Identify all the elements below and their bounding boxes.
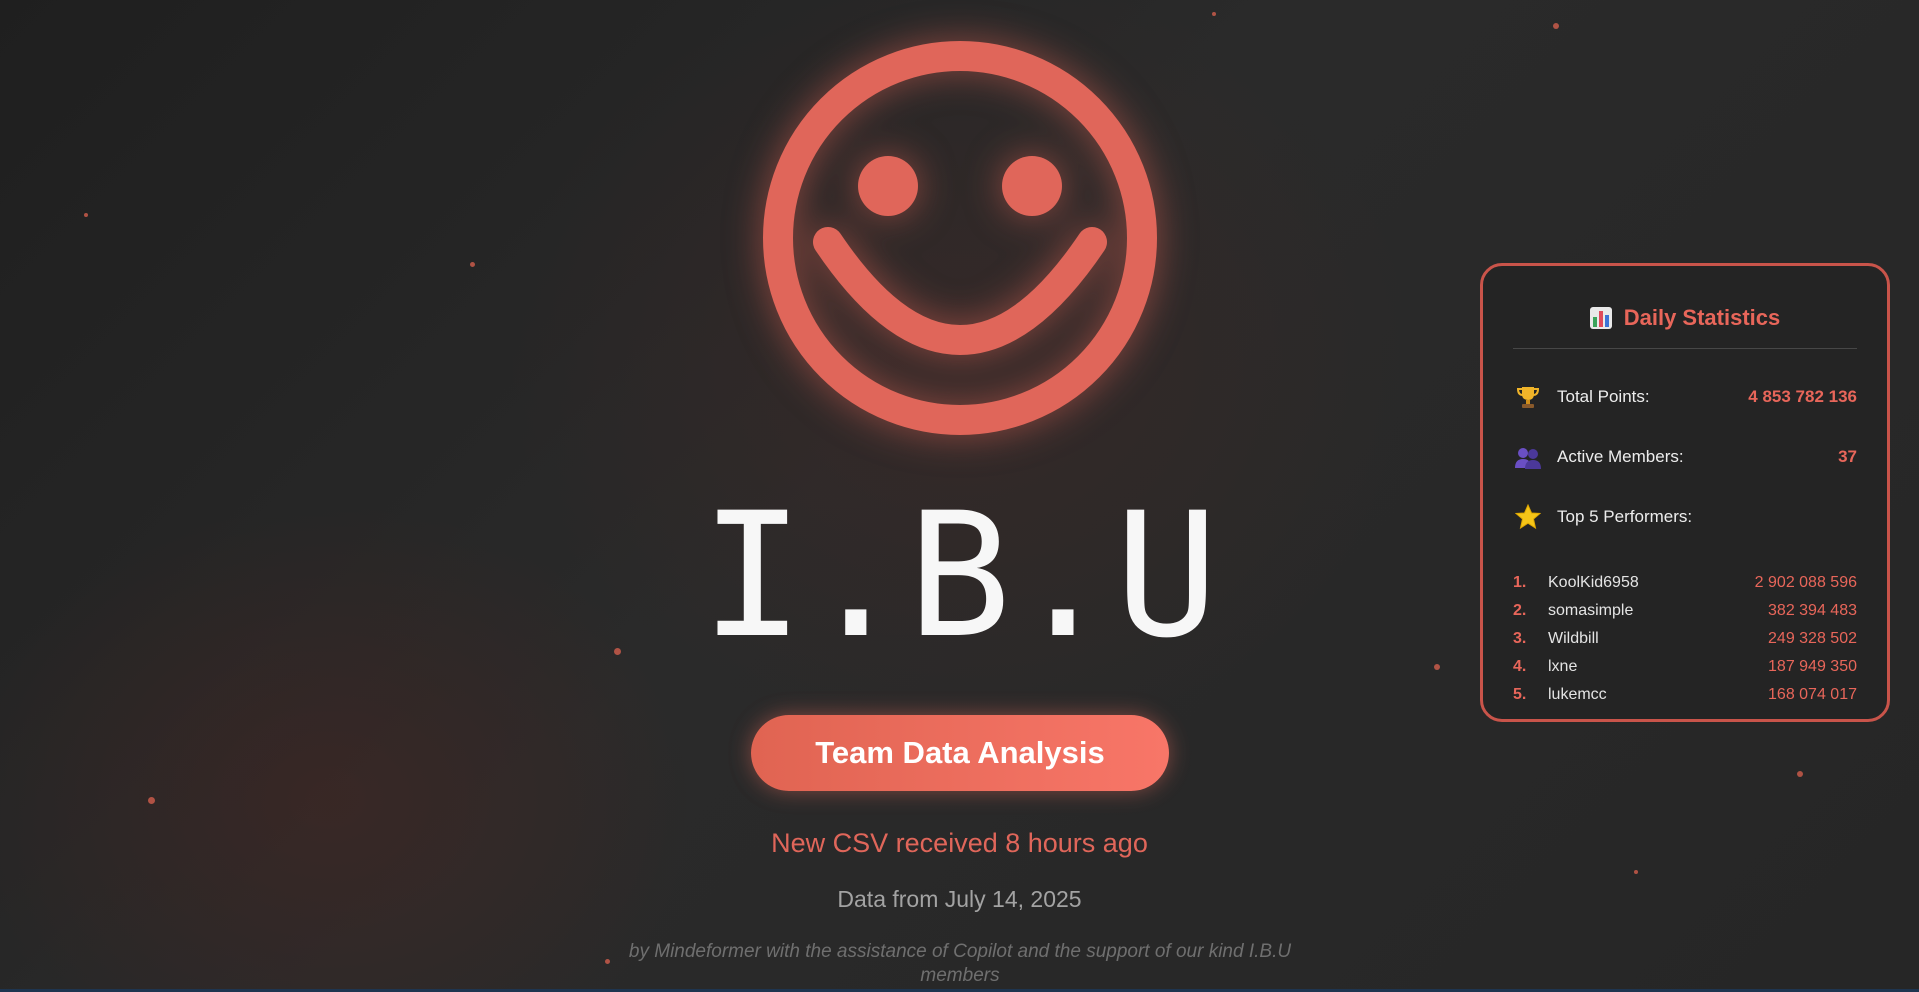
- performer-rank: 3.: [1513, 630, 1527, 647]
- performer-name: Wildbill: [1548, 630, 1599, 647]
- data-date-text: Data from July 14, 2025: [837, 886, 1082, 912]
- logo: [760, 38, 1160, 438]
- performer-rank: 4.: [1513, 658, 1527, 675]
- list-item: 2. somasimple 382 394 483: [1513, 597, 1857, 625]
- performer-rank: 2.: [1513, 602, 1527, 619]
- performer-points: 382 394 483: [1768, 602, 1857, 619]
- performer-name: lxne: [1548, 658, 1578, 675]
- performer-name: somasimple: [1548, 602, 1634, 619]
- people-icon: [1513, 442, 1543, 472]
- particle-dot: [148, 797, 155, 804]
- particle-dot: [470, 262, 475, 267]
- particle-dot: [84, 213, 88, 217]
- performer-name: KoolKid6958: [1548, 574, 1639, 591]
- trophy-icon: [1513, 382, 1543, 412]
- csv-status-text: New CSV received 8 hours ago: [771, 828, 1148, 858]
- star-icon: [1513, 502, 1543, 532]
- list-item: 5. lukemcc 168 074 017: [1513, 681, 1857, 709]
- performer-rank: 5.: [1513, 686, 1527, 703]
- smiley-face-icon: [763, 41, 1157, 435]
- particle-dot: [1553, 23, 1559, 29]
- performer-points: 249 328 502: [1768, 630, 1857, 647]
- stats-title: Daily Statistics: [1623, 305, 1781, 330]
- stats-header: Daily Statistics: [1513, 298, 1857, 349]
- total-points-value: 4 853 782 136: [1748, 387, 1857, 406]
- particle-dot: [1797, 771, 1803, 777]
- stat-row-active-members: Active Members: 37: [1513, 427, 1857, 487]
- stat-row-total-points: Total Points: 4 853 782 136: [1513, 367, 1857, 427]
- performer-name: lukemcc: [1548, 686, 1607, 703]
- performer-points: 187 949 350: [1768, 658, 1857, 675]
- stat-label: Active Members:: [1557, 447, 1684, 466]
- particle-dot: [1634, 870, 1638, 874]
- bar-chart-icon: [1589, 307, 1612, 329]
- stat-row-top-performers: Top 5 Performers:: [1513, 487, 1857, 547]
- performer-rank: 1.: [1513, 574, 1527, 591]
- list-item: 3. Wildbill 249 328 502: [1513, 625, 1857, 653]
- daily-statistics-panel: Daily Statistics Total Points: 4 853 782…: [1480, 263, 1890, 722]
- credit-text: by Mindeformer with the assistance of Co…: [628, 941, 1292, 986]
- performer-points: 168 074 017: [1768, 686, 1857, 703]
- active-members-value: 37: [1838, 447, 1857, 466]
- particle-dot: [1212, 12, 1216, 16]
- stat-label: Top 5 Performers:: [1557, 507, 1693, 526]
- list-item: 4. lxne 187 949 350: [1513, 653, 1857, 681]
- team-data-analysis-button[interactable]: Team Data Analysis: [751, 715, 1169, 791]
- list-item: 1. KoolKid6958 2 902 088 596: [1513, 569, 1857, 597]
- top-performers-list: 1. KoolKid6958 2 902 088 596 2. somasimp…: [1513, 569, 1857, 709]
- stat-label: Total Points:: [1557, 387, 1650, 406]
- performer-points: 2 902 088 596: [1754, 574, 1857, 591]
